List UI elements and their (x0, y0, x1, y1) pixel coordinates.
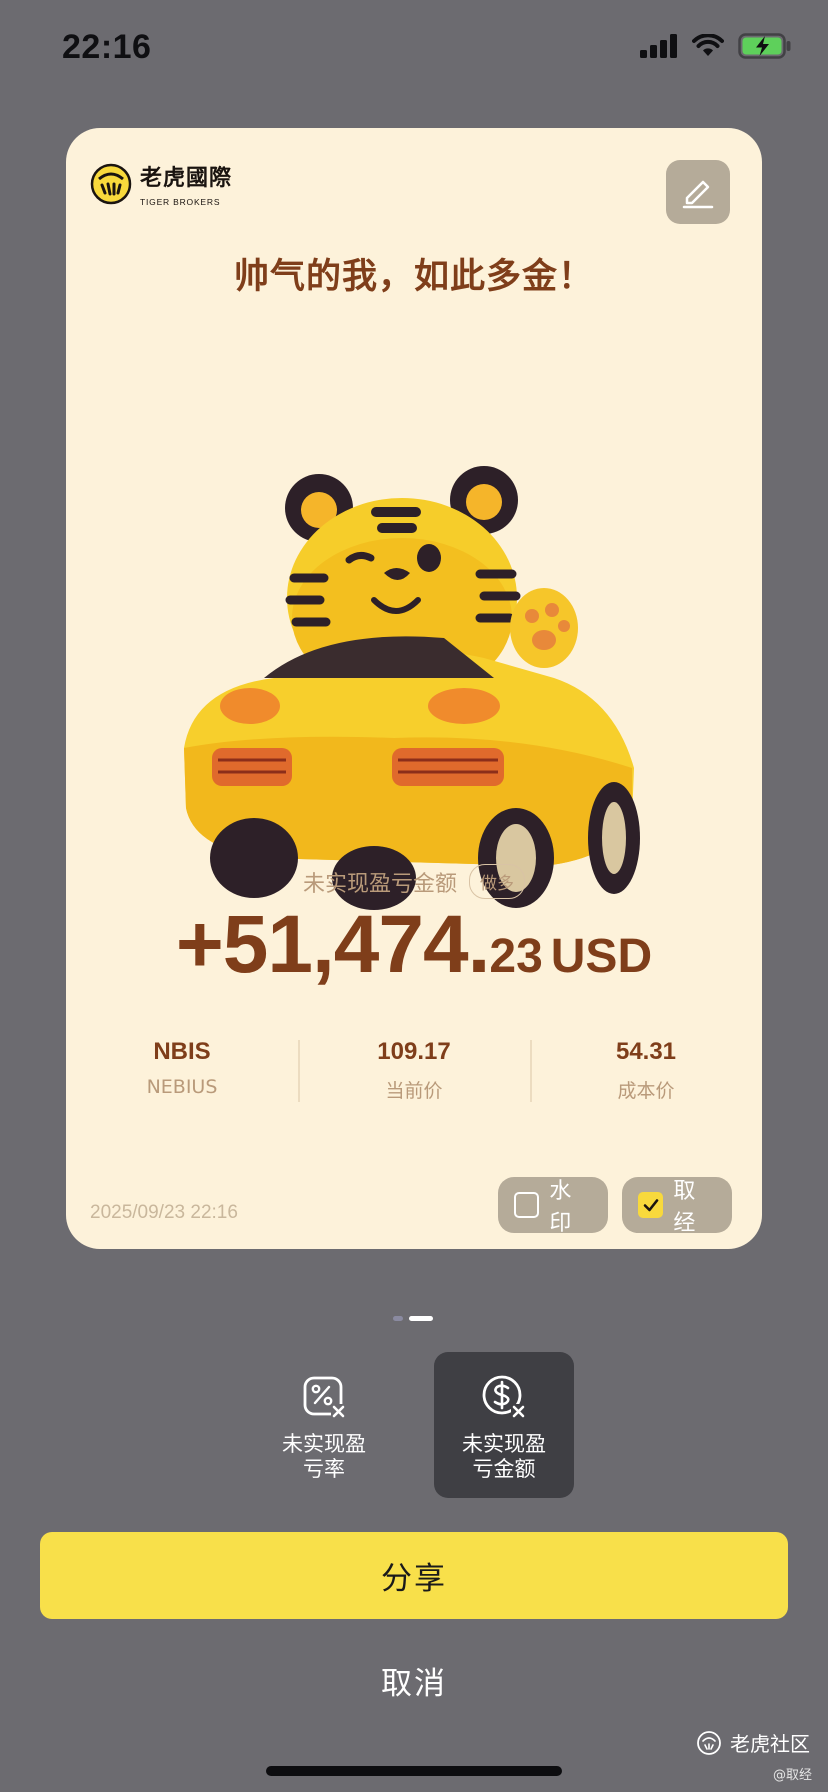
brand: 老虎國際 TIGER BROKERS (90, 160, 232, 207)
card-date: 2025/09/23 22:16 (90, 1202, 238, 1223)
cancel-label: 取消 (381, 1665, 447, 1702)
position-badge: 做多 (469, 864, 525, 899)
template-label-line: 未实现盈 (282, 1432, 366, 1456)
stat-label: NEBIUS (146, 1076, 218, 1098)
stat-cost-price: 54.31 成本价 (530, 1038, 762, 1103)
stat-value: NBIS (153, 1038, 211, 1065)
pl-amount: +51,474.23 USD (66, 898, 762, 992)
status-bar: 22:16 (0, 0, 828, 100)
template-label-line: 亏金额 (472, 1457, 536, 1482)
status-time: 22:16 (62, 28, 152, 66)
stat-label: 当前价 (385, 1080, 443, 1102)
pl-label-row: 未实现盈亏金额 做多 (66, 864, 762, 899)
unrealized-pl-label: 未实现盈亏金额 (302, 871, 457, 897)
stat-symbol: NBIS NEBIUS (66, 1038, 298, 1103)
stat-value: 109.17 (377, 1038, 451, 1065)
amount-currency: USD (550, 930, 653, 983)
page-dot-active[interactable] (409, 1316, 433, 1321)
dollar-tag-icon (482, 1375, 527, 1420)
checkmark-icon (643, 1199, 658, 1212)
template-label-line: 未实现盈 (462, 1432, 546, 1456)
stat-label: 成本价 (617, 1080, 675, 1102)
tiger-community-logo-icon (697, 1730, 721, 1755)
tiger-logo-icon (90, 163, 132, 204)
brand-name-cn: 老虎國際 (140, 166, 233, 191)
share-label: 分享 (381, 1561, 447, 1597)
hide-label: 取经 (673, 1179, 696, 1236)
community-handle: @取经 (772, 1768, 812, 1783)
template-option-pl-rate[interactable]: 未实现盈 亏率 (254, 1352, 394, 1498)
template-label: 未实现盈 亏金额 (444, 1432, 564, 1482)
card-slogan: 帅气的我，如此多金！ (233, 257, 594, 297)
community-watermark: 老虎社区 (696, 1728, 810, 1757)
edit-button[interactable] (666, 160, 730, 224)
template-option-pl-amount[interactable]: 未实现盈 亏金额 (434, 1352, 574, 1498)
amount-decimal: 23 (489, 930, 543, 983)
hide-checkbox[interactable] (638, 1192, 664, 1218)
template-label-line: 亏率 (303, 1457, 345, 1482)
edit-pen-icon (682, 180, 714, 209)
stat-value: 54.31 (615, 1038, 677, 1065)
cellular-signal-icon (640, 34, 677, 58)
battery-charging-icon (738, 33, 791, 59)
cancel-button[interactable]: 取消 (314, 1648, 514, 1712)
percent-tag-icon (303, 1376, 347, 1420)
template-label: 未实现盈 亏率 (264, 1432, 384, 1482)
watermark-checkbox[interactable] (514, 1192, 540, 1218)
stat-current-price: 109.17 当前价 (298, 1038, 530, 1103)
amount-main: +51,474. (175, 899, 490, 990)
page-dot[interactable] (393, 1316, 403, 1321)
watermark-toggle[interactable]: 水印 (498, 1177, 608, 1236)
wifi-icon (692, 34, 724, 56)
page-indicator (393, 1316, 433, 1321)
status-icons (640, 33, 792, 59)
watermark-label: 水印 (549, 1179, 572, 1236)
share-card: 老虎國際 TIGER BROKERS 帅气的我，如此多金！ 未实现盈亏金额 做多… (66, 128, 762, 1249)
share-button[interactable]: 分享 (40, 1532, 788, 1619)
hide-toggle[interactable]: 取经 (622, 1177, 732, 1236)
brand-name-en: TIGER BROKERS (140, 197, 221, 207)
home-indicator[interactable] (266, 1766, 562, 1776)
community-label: 老虎社区 (730, 1732, 810, 1756)
stats-row: NBIS NEBIUS 109.17 当前价 54.31 成本价 (66, 1038, 762, 1103)
